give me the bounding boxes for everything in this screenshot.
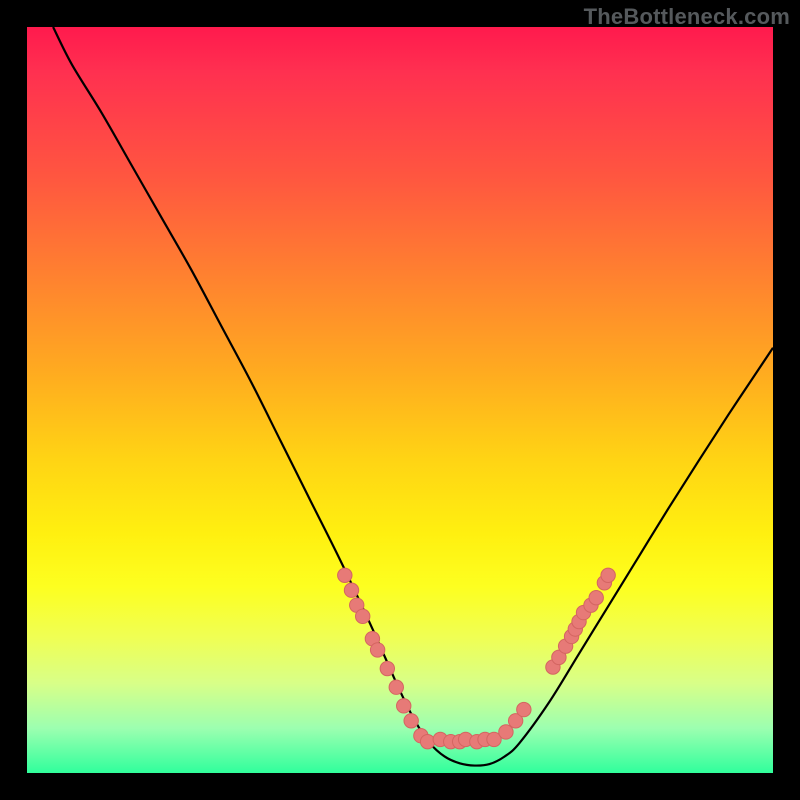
- chart-svg: [27, 27, 773, 773]
- curve-marker: [597, 576, 611, 590]
- curve-marker: [584, 598, 598, 612]
- curve-marker: [499, 725, 513, 739]
- chart-frame: TheBottleneck.com: [0, 0, 800, 800]
- curve-marker: [338, 568, 352, 582]
- curve-marker: [470, 734, 484, 748]
- curve-marker: [517, 702, 531, 716]
- curve-marker: [420, 734, 434, 748]
- chart-plot-area: [27, 27, 773, 773]
- curve-marker: [572, 614, 586, 628]
- bottleneck-curve: [53, 27, 773, 766]
- curve-marker: [487, 732, 501, 746]
- curve-marker: [568, 622, 582, 636]
- curve-marker: [576, 605, 590, 619]
- curve-marker: [370, 643, 384, 657]
- curve-marker: [350, 598, 364, 612]
- curve-marker: [458, 732, 472, 746]
- curve-marker: [414, 729, 428, 743]
- curve-marker: [397, 699, 411, 713]
- curve-markers: [338, 568, 616, 749]
- curve-marker: [344, 583, 358, 597]
- curve-marker: [558, 639, 572, 653]
- curve-marker: [601, 568, 615, 582]
- curve-marker: [508, 714, 522, 728]
- curve-marker: [478, 732, 492, 746]
- curve-marker: [452, 734, 466, 748]
- curve-marker: [546, 660, 560, 674]
- curve-marker: [404, 714, 418, 728]
- watermark-text: TheBottleneck.com: [584, 4, 790, 30]
- curve-marker: [552, 650, 566, 664]
- curve-marker: [433, 732, 447, 746]
- curve-marker: [380, 661, 394, 675]
- curve-marker: [356, 609, 370, 623]
- curve-marker: [389, 680, 403, 694]
- curve-marker: [564, 629, 578, 643]
- curve-marker: [444, 734, 458, 748]
- curve-marker: [365, 632, 379, 646]
- curve-marker: [589, 590, 603, 604]
